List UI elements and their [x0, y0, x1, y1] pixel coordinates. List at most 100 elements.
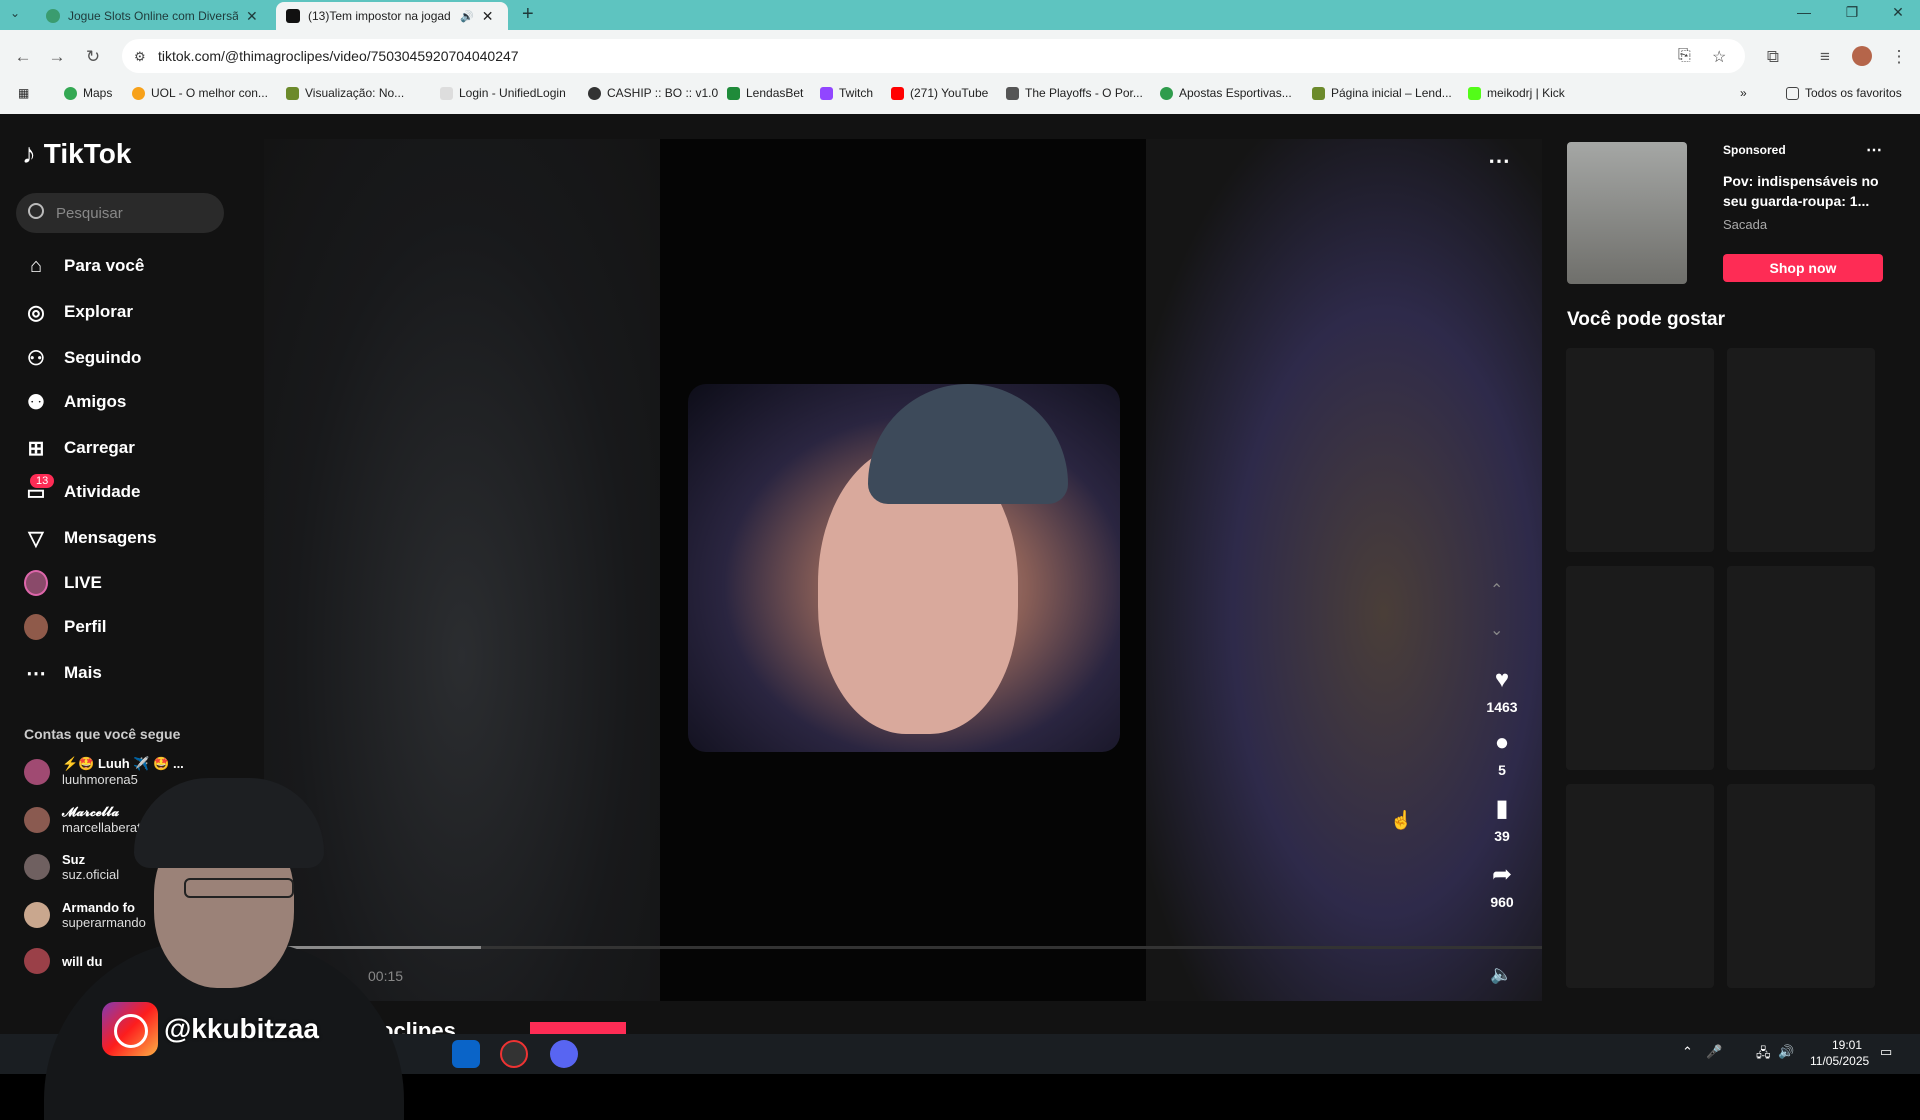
speaker-icon[interactable]: 🔊 [460, 10, 474, 23]
comment-icon: ● [1494, 729, 1510, 756]
site-info-icon[interactable]: ⚙ [134, 49, 146, 65]
network-icon[interactable]: 🖧 [1756, 1044, 1771, 1066]
notifications-icon[interactable]: ▭ [1880, 1044, 1892, 1060]
recommended-video[interactable] [1566, 566, 1714, 770]
media-icon[interactable]: ≡ [1812, 44, 1838, 70]
install-icon[interactable]: ⎘ [1678, 47, 1691, 65]
nav-mensagens[interactable]: ▽ Mensagens [24, 526, 157, 550]
nav-carregar[interactable]: ⊞ Carregar [24, 436, 135, 460]
nav-explorar[interactable]: ◎ Explorar [24, 300, 133, 324]
bookmark-label: Maps [83, 86, 113, 100]
chevron-down-icon[interactable]: ⌄ [1490, 620, 1503, 640]
comment-button[interactable]: ● 5 [1480, 728, 1524, 778]
nav-label: Mensagens [64, 528, 157, 547]
url-text[interactable]: tiktok.com/@thimagroclipes/video/7503045… [158, 48, 519, 64]
discord-icon[interactable] [550, 1040, 578, 1068]
upload-icon: ⊞ [27, 437, 45, 460]
chevron-up-icon[interactable]: ⌃ [1490, 580, 1503, 600]
bookmark-apostas[interactable]: Apostas Esportivas... [1160, 86, 1292, 100]
video-player[interactable] [264, 139, 1542, 1001]
ad-title[interactable]: Pov: indispensáveis no seu guarda-roupa:… [1723, 171, 1883, 211]
ad-thumbnail[interactable] [1567, 142, 1687, 284]
bookmark-twitch[interactable]: Twitch [820, 86, 873, 100]
like-button[interactable]: ♥ 1463 [1480, 665, 1524, 715]
save-count: 39 [1494, 828, 1510, 844]
bookmark-kick[interactable]: meikodrj | Kick [1468, 86, 1565, 100]
tab-search-icon[interactable]: ⌄ [10, 6, 20, 20]
search-icon [28, 203, 44, 219]
more-icon: ⋯ [26, 662, 46, 685]
share-button[interactable]: ➦ 960 [1480, 860, 1524, 910]
video-progress-bar[interactable] [264, 946, 1542, 949]
reload-icon[interactable]: ↻ [80, 44, 106, 70]
nav-seguindo[interactable]: ⚇ Seguindo [24, 346, 141, 370]
apps-icon[interactable]: ▦ [18, 86, 29, 100]
nav-mais[interactable]: ⋯ Mais [24, 661, 102, 685]
recommended-header: Você pode gostar [1567, 309, 1726, 330]
shop-now-button[interactable]: Shop now [1723, 254, 1883, 282]
bookmark-icon [1312, 86, 1325, 100]
nav-label: Perfil [64, 617, 107, 636]
bookmark-youtube[interactable]: (271) YouTube [891, 86, 988, 100]
activity-badge: 13 [30, 474, 55, 488]
video-more-icon[interactable]: ⋯ [1488, 148, 1510, 174]
search-input[interactable]: Pesquisar [16, 193, 224, 233]
microphone-icon[interactable]: 🎤 [1706, 1044, 1722, 1060]
share-icon: ➦ [1491, 861, 1513, 888]
lendasbet-icon [727, 86, 740, 100]
bookmark-visualizacao[interactable]: Visualização: No... [286, 86, 404, 100]
new-tab-button[interactable]: + [522, 3, 534, 26]
comment-count: 5 [1498, 762, 1506, 778]
nav-perfil[interactable]: Perfil [24, 614, 107, 640]
streamer-cap [134, 778, 324, 868]
bookmark-uol[interactable]: UOL - O melhor con... [132, 86, 268, 100]
recommended-video[interactable] [1727, 348, 1875, 552]
tab-slots[interactable]: Jogue Slots Online com Diversã ✕ [36, 2, 272, 30]
recommended-video[interactable] [1566, 784, 1714, 988]
tiktok-logo[interactable]: ♪ TikTok [22, 138, 131, 170]
forward-icon[interactable]: → [44, 44, 70, 70]
nav-amigos[interactable]: ⚉ Amigos [24, 390, 126, 414]
chevron-up-icon[interactable]: ⌃ [1682, 1044, 1693, 1060]
clock-date[interactable]: 11/05/2025 [1810, 1054, 1869, 1068]
bookmark-label: Login - UnifiedLogin [459, 86, 566, 100]
address-bar[interactable]: ⚙ tiktok.com/@thimagroclipes/video/75030… [122, 39, 1745, 73]
nav-live[interactable]: LIVE [24, 570, 102, 596]
uol-icon [132, 86, 145, 100]
extensions-icon[interactable]: ⧉ [1760, 44, 1786, 70]
folder-icon [1786, 86, 1799, 100]
ad-more-icon[interactable]: ⋯ [1866, 140, 1882, 160]
recommended-video[interactable] [1727, 566, 1875, 770]
kick-icon [1468, 86, 1481, 100]
bookmark-login[interactable]: Login - UnifiedLogin [440, 86, 566, 100]
minimize-icon[interactable]: — [1784, 4, 1824, 26]
tab-tiktok[interactable]: (13)Tem impostor na jogad 🔊 ✕ [276, 2, 508, 30]
menu-icon[interactable]: ⋮ [1886, 44, 1912, 70]
bookmark-playoffs[interactable]: The Playoffs - O Por... [1006, 86, 1143, 100]
volume-icon[interactable]: 🔊 [1778, 1044, 1794, 1060]
bookmark-maps[interactable]: Maps [64, 86, 112, 100]
back-icon[interactable]: ← [10, 44, 36, 70]
recommended-video[interactable] [1727, 784, 1875, 988]
recommended-video[interactable] [1566, 348, 1714, 552]
bookmark-lendasbet[interactable]: LendasBet [727, 86, 803, 100]
restore-icon[interactable]: ❐ [1832, 4, 1872, 26]
compass-icon: ◎ [27, 301, 45, 324]
outlook-icon[interactable] [452, 1040, 480, 1068]
send-icon: ▽ [28, 527, 44, 550]
app-icon[interactable] [500, 1040, 528, 1068]
close-icon[interactable]: ✕ [482, 8, 494, 25]
clock-time[interactable]: 19:01 [1832, 1038, 1862, 1052]
avatar[interactable] [1852, 46, 1872, 66]
bookmark-caship[interactable]: CASHIP :: BO :: v1.0 [588, 86, 718, 100]
close-icon[interactable]: ✕ [246, 8, 258, 25]
volume-icon[interactable]: 🔈 [1490, 964, 1512, 985]
save-button[interactable]: ▮ 39 [1480, 794, 1524, 844]
instagram-handle: @kkubitzaa [164, 1013, 319, 1044]
all-bookmarks-folder[interactable]: Todos os favoritos [1786, 86, 1902, 100]
bookmark-pagina-inicial[interactable]: Página inicial – Lend... [1312, 86, 1452, 100]
bookmarks-overflow-icon[interactable]: » [1740, 86, 1747, 100]
star-icon[interactable]: ☆ [1712, 47, 1726, 67]
nav-para-voce[interactable]: ⌂ Para você [24, 254, 144, 278]
close-window-icon[interactable]: ✕ [1878, 4, 1918, 26]
